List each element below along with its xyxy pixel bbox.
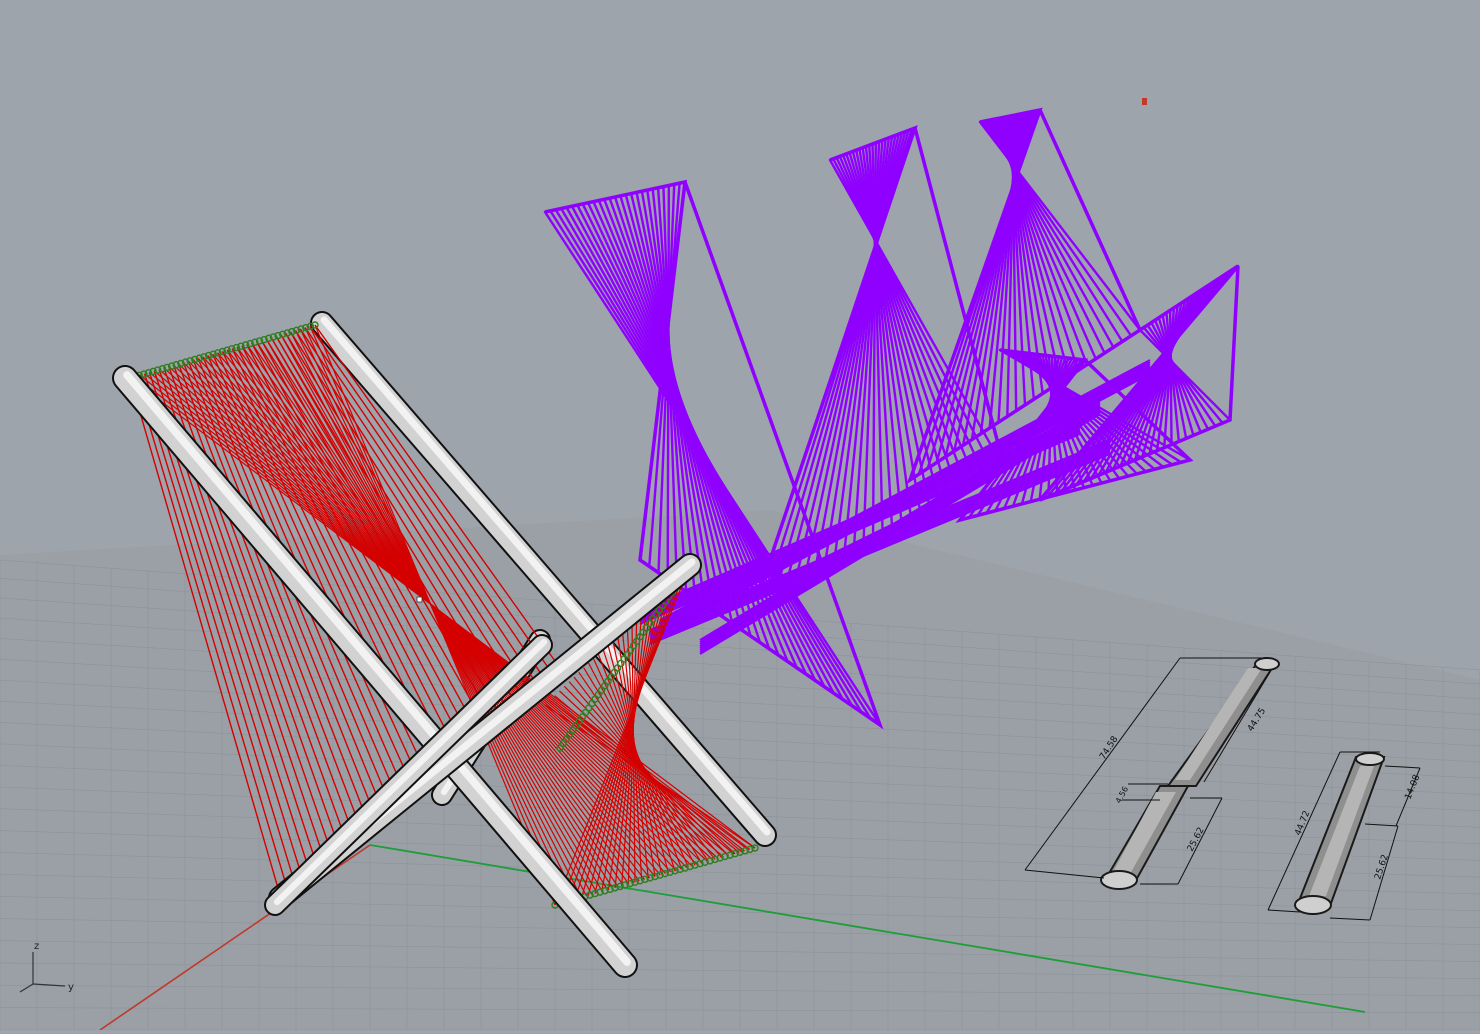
bar-top-cap <box>1254 657 1280 671</box>
point-marker-icon[interactable] <box>1142 98 1147 105</box>
cursor-point-icon <box>416 596 423 603</box>
axis-widget-z-label: z <box>34 941 39 952</box>
bar-b-top-cap <box>1355 752 1385 766</box>
axis-widget-y-label: y <box>68 982 74 993</box>
bar-b-end-cap <box>1294 895 1332 915</box>
bar-end-cap <box>1100 870 1138 890</box>
wave-string <box>666 184 671 581</box>
rhino-perspective-viewport[interactable]: 74.58 44.75 4.56 25.62 44.72 14.08 25.62… <box>0 0 1480 1031</box>
